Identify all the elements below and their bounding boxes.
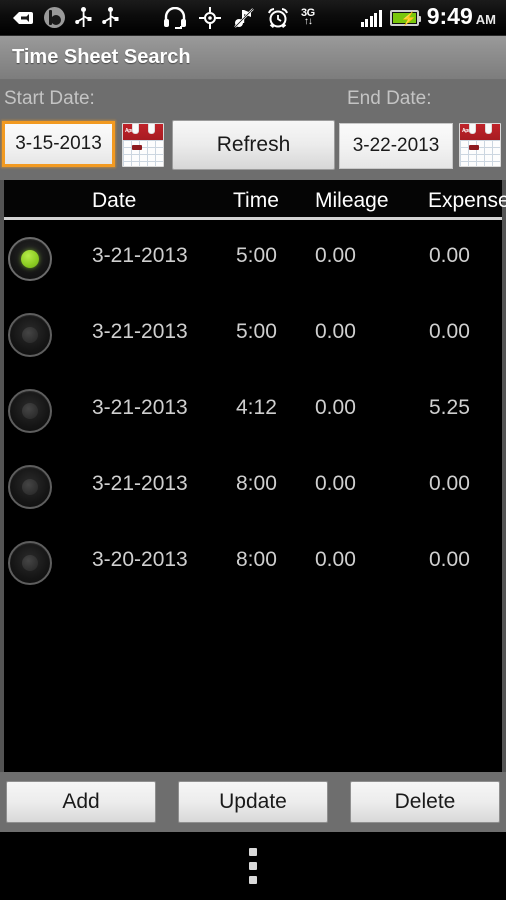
results-list[interactable]: Date Time Mileage Expense 3-21-2013 5:00 0… (4, 180, 506, 772)
action-button-bar: Add Update Delete (0, 772, 506, 832)
results-list-container: Date Time Mileage Expense 3-21-2013 5:00 0… (0, 180, 506, 772)
column-header-mileage: Mileage (315, 189, 389, 212)
cell-mileage: 0.00 (315, 396, 356, 419)
table-header-row: Date Time Mileage Expense (4, 180, 506, 220)
status-bar-right-icons: ⚡ 9:49 AM (360, 2, 506, 31)
end-date-input[interactable]: 3-22-2013 (339, 123, 453, 169)
row-radio[interactable] (8, 313, 52, 357)
refresh-button[interactable]: Refresh (172, 120, 335, 170)
page-title: Time Sheet Search (12, 46, 191, 68)
cell-time: 8:00 (236, 548, 277, 571)
cell-expense: 0.00 (429, 472, 470, 495)
search-panel: Start Date: End Date: 3-15-2013 April Re… (0, 80, 506, 180)
status-bar-left-icons (0, 6, 119, 29)
start-date-input[interactable]: 3-15-2013 (2, 121, 115, 167)
cell-date: 3-21-2013 (92, 244, 188, 267)
cell-expense: 0.00 (429, 244, 470, 267)
table-row[interactable]: 3-21-2013 5:00 0.00 0.00 (4, 220, 502, 296)
radio-dot (22, 327, 38, 343)
cell-date: 3-21-2013 (92, 396, 188, 419)
cell-date: 3-20-2013 (92, 548, 188, 571)
cell-mileage: 0.00 (315, 244, 356, 267)
date-controls-row: 3-15-2013 April Refresh 3-22-2013 April (0, 120, 506, 178)
cell-time: 5:00 (236, 244, 277, 267)
cell-time: 8:00 (236, 472, 277, 495)
status-bar: 3G ↑↓ ⚡ 9:49 AM (0, 0, 506, 36)
end-calendar-icon[interactable]: April (459, 123, 501, 167)
table-row[interactable]: 3-21-2013 8:00 0.00 0.00 (4, 448, 502, 524)
gps-icon (199, 6, 221, 29)
cell-mileage: 0.00 (315, 320, 356, 343)
network-3g-icon: 3G ↑↓ (301, 8, 315, 27)
app-title-bar: Time Sheet Search (0, 36, 506, 80)
cell-time: 5:00 (236, 320, 277, 343)
overflow-menu-icon[interactable] (249, 848, 257, 884)
sound-off-icon (234, 7, 254, 28)
row-radio-selected[interactable] (8, 237, 52, 281)
table-body: 3-21-2013 5:00 0.00 0.00 3-21-2013 5:00 0.00 0.… (4, 220, 502, 600)
table-row[interactable]: 3-20-2013 8:00 0.00 0.00 (4, 524, 502, 600)
network-arrows: ↑↓ (303, 16, 313, 27)
clock-time: 9:49 (426, 2, 473, 29)
battery-charging-icon: ⚡ (389, 9, 421, 26)
row-radio[interactable] (8, 541, 52, 585)
cell-mileage: 0.00 (315, 472, 356, 495)
row-radio[interactable] (8, 465, 52, 509)
column-header-date: Date (92, 189, 137, 212)
cell-expense: 0.00 (429, 548, 470, 571)
cell-time: 4:12 (236, 396, 277, 419)
radio-dot (22, 403, 38, 419)
update-button[interactable]: Update (178, 781, 328, 823)
cell-date: 3-21-2013 (92, 320, 188, 343)
radio-dot (21, 250, 39, 268)
table-row[interactable]: 3-21-2013 4:12 0.00 5.25 (4, 372, 502, 448)
status-bar-clock: 9:49 AM (426, 2, 496, 31)
alarm-icon (268, 7, 288, 28)
signal-strength-icon (360, 9, 382, 27)
end-date-label: End Date: (347, 88, 432, 109)
cell-date: 3-21-2013 (92, 472, 188, 495)
cell-expense: 0.00 (429, 320, 470, 343)
date-labels-row: Start Date: End Date: (0, 80, 506, 118)
clock-ampm: AM (475, 11, 496, 27)
status-bar-middle-icons: 3G ↑↓ (163, 6, 315, 29)
usb-icon (75, 6, 92, 27)
delete-button[interactable]: Delete (350, 781, 500, 823)
back-tag-icon (13, 11, 33, 24)
add-button[interactable]: Add (6, 781, 156, 823)
start-calendar-icon[interactable]: April (122, 123, 164, 167)
column-header-expense: Expense (428, 189, 506, 212)
radio-dot (22, 555, 38, 571)
beats-audio-icon (44, 7, 65, 28)
cell-mileage: 0.00 (315, 548, 356, 571)
radio-dot (22, 479, 38, 495)
column-header-time: Time (233, 189, 279, 212)
cell-expense: 5.25 (429, 396, 470, 419)
row-radio[interactable] (8, 389, 52, 433)
table-row[interactable]: 3-21-2013 5:00 0.00 0.00 (4, 296, 502, 372)
usb-icon-2 (102, 6, 119, 27)
android-screen: 3G ↑↓ ⚡ 9:49 AM Time Sheet Search Start D… (0, 0, 506, 900)
headset-icon (164, 6, 186, 29)
system-nav-bar (0, 832, 506, 900)
start-date-label: Start Date: (4, 88, 95, 109)
